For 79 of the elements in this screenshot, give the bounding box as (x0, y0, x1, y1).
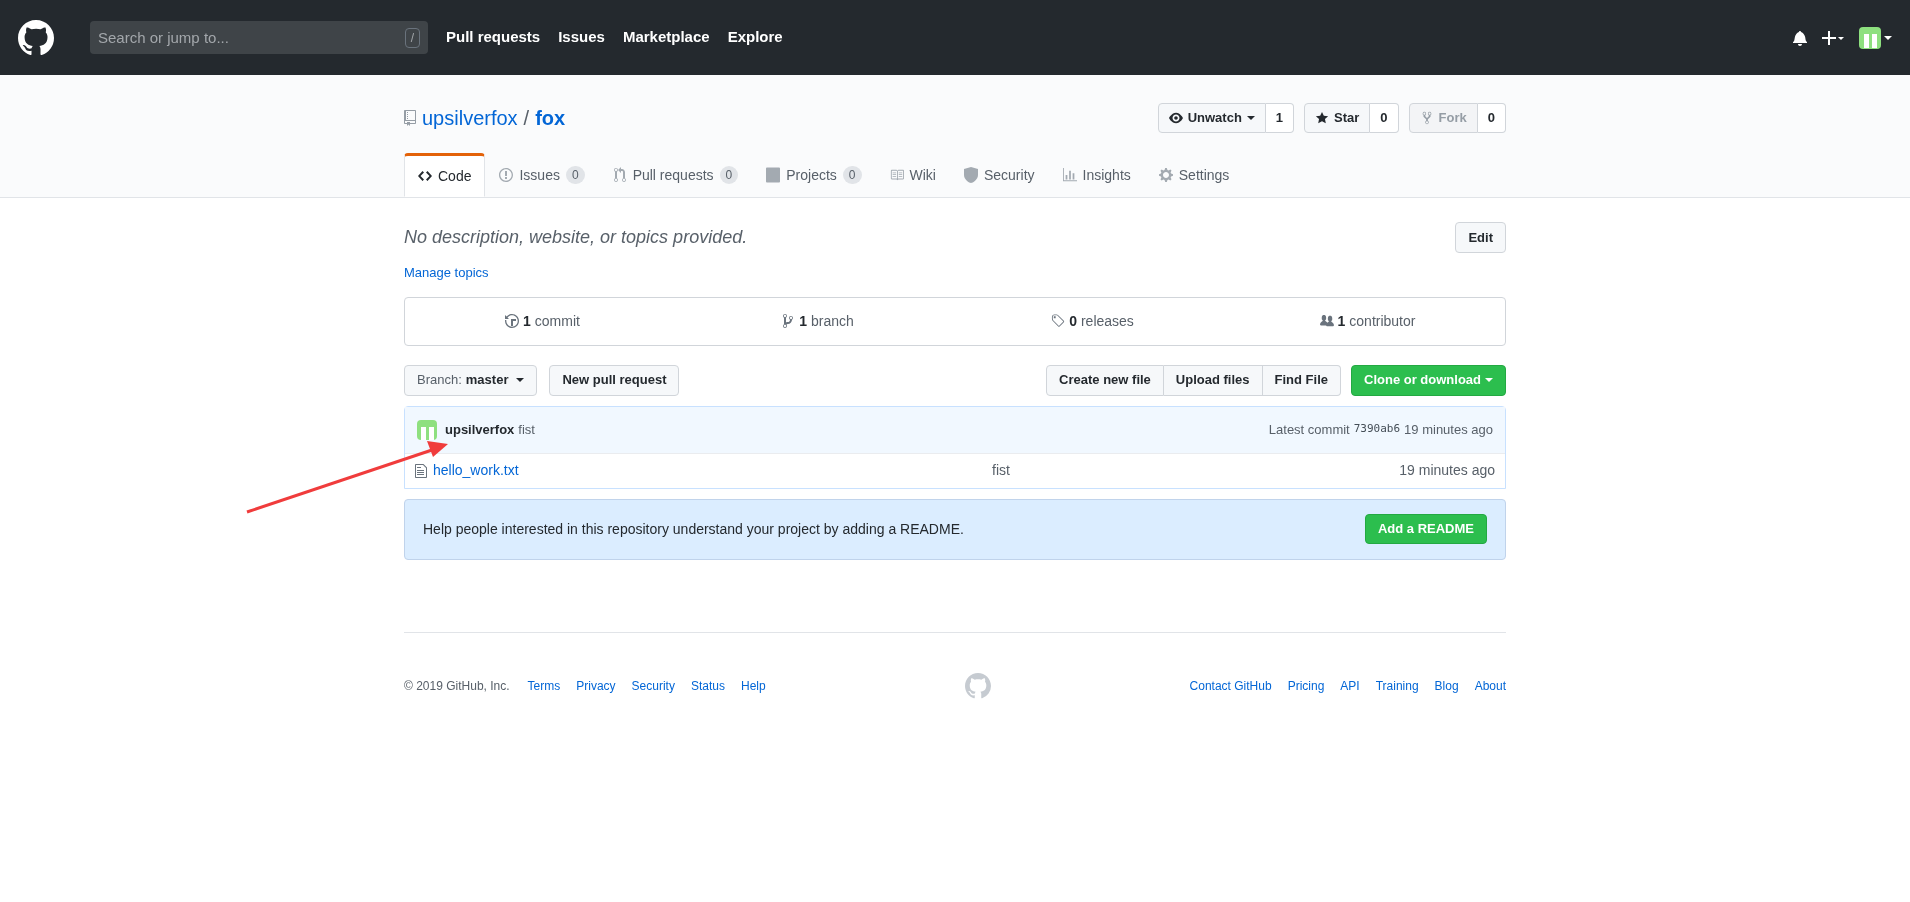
commit-sha-link[interactable]: 7390ab6 (1353, 421, 1401, 438)
repository-tab[interactable]: Code (404, 153, 486, 197)
footer-link[interactable]: Security (631, 676, 675, 695)
repository-tab[interactable]: Insights (1048, 153, 1145, 197)
stat-link[interactable]: 1 commit (405, 310, 680, 332)
footer-link[interactable]: API (1340, 676, 1360, 695)
repository-tab[interactable]: Settings (1144, 153, 1244, 197)
counter-badge: 0 (719, 166, 739, 184)
plus-dropdown-icon[interactable] (1821, 29, 1845, 46)
footer-link[interactable]: Contact GitHub (1189, 676, 1272, 695)
stat-link[interactable]: 1 branch (680, 310, 955, 332)
notification-bell-icon[interactable] (1793, 29, 1807, 46)
footer-link[interactable]: About (1474, 676, 1506, 695)
file-action-button[interactable]: Upload files (1163, 364, 1263, 396)
caret-icon (1884, 35, 1892, 40)
github-logo-icon[interactable] (18, 19, 54, 56)
footer-link[interactable]: Pricing (1287, 676, 1325, 695)
book-icon (889, 167, 904, 183)
stat-link[interactable]: 1 contributor (1230, 310, 1505, 332)
repository-owner-link[interactable]: upsilverfox (422, 103, 518, 133)
file-action-button[interactable]: Create new file (1046, 364, 1164, 396)
file-icon (415, 462, 427, 479)
footer-link[interactable]: Terms (527, 676, 561, 695)
nav-link[interactable]: Pull requests (446, 26, 541, 49)
repository-name-link[interactable]: fox (535, 103, 566, 133)
social-count[interactable]: 1 (1265, 103, 1295, 133)
star-icon (1315, 111, 1330, 125)
commit-message-link[interactable]: fist (992, 460, 1010, 481)
footer-link[interactable]: Privacy (576, 676, 616, 695)
footer-link[interactable]: Blog (1434, 676, 1459, 695)
social-count[interactable]: 0 (1370, 103, 1399, 133)
new-pull-request-button[interactable]: New pull request (549, 364, 680, 396)
footer-link[interactable]: Status (690, 676, 725, 695)
watch-button[interactable]: Unwatch (1157, 103, 1266, 133)
repository-icon (404, 110, 416, 126)
nav-link[interactable]: Issues (558, 26, 605, 49)
people-icon (1319, 313, 1334, 329)
edit-button[interactable]: Edit (1455, 222, 1506, 253)
file-action-button[interactable]: Find File (1262, 364, 1341, 396)
repository-tab[interactable]: Security (949, 153, 1049, 197)
stat-link[interactable]: 0 releases (955, 310, 1230, 332)
code-icon (418, 168, 432, 184)
footer-link[interactable]: Training (1375, 676, 1419, 695)
branch-selector-button[interactable]: Branch: master (404, 364, 538, 396)
copyright-text: © 2019 GitHub, Inc. (404, 677, 510, 695)
caret-icon (516, 378, 525, 382)
issue-icon (499, 167, 514, 183)
repository-tab[interactable]: Pull requests 0 (598, 153, 753, 197)
eye-icon (1168, 111, 1183, 125)
keyboard-shortcut-hint: / (404, 28, 420, 48)
shield-icon (963, 167, 978, 183)
nav-link[interactable]: Marketplace (622, 26, 710, 49)
readme-prompt-text: Help people interested in this repository understand your project by adding a README. (423, 519, 964, 539)
repository-tab[interactable]: Issues 0 (485, 153, 599, 197)
counter-badge: 0 (842, 166, 862, 184)
repository-description: No description, website, or topics provided. (404, 226, 748, 249)
file-name-link[interactable]: hello_work.txt (433, 462, 519, 478)
commit-author-link[interactable]: upsilverfox (445, 419, 515, 440)
star-button[interactable]: Star (1304, 103, 1371, 133)
tag-icon (1051, 313, 1066, 329)
bar-graph-icon (1062, 167, 1077, 183)
nav-link[interactable]: Explore (727, 26, 783, 49)
gear-icon (1158, 167, 1173, 183)
branch-icon (781, 313, 796, 329)
history-icon (505, 313, 520, 329)
commit-age: 19 minutes ago (1404, 420, 1493, 439)
repository-tab[interactable]: Projects 0 (752, 153, 876, 197)
file-age: 19 minutes ago (1399, 461, 1495, 480)
counter-badge: 0 (565, 166, 585, 184)
manage-topics-link[interactable]: Manage topics (404, 263, 748, 283)
path-separator: / (523, 106, 530, 131)
caret-icon (1246, 116, 1255, 120)
latest-commit-label: Latest commit (1268, 420, 1350, 439)
pull-request-icon (612, 167, 627, 183)
repository-tab[interactable]: Wiki (875, 153, 950, 197)
commit-message: fist (518, 420, 535, 439)
footer-link[interactable]: Help (740, 676, 766, 695)
caret-icon (1485, 378, 1493, 382)
user-avatar-dropdown[interactable] (1859, 26, 1892, 49)
